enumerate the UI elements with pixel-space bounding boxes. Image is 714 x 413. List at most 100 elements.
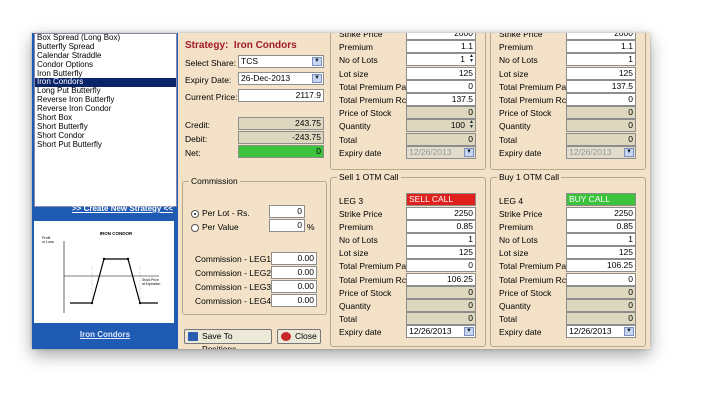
field-total: 0 xyxy=(566,312,636,326)
field-label-quantity: Quantity xyxy=(499,121,531,132)
leg-bottom-panel: Buy 1 OTM Call LEG 4 BUY CALL Strike Price 2… xyxy=(490,172,646,347)
field-price-stock: 0 xyxy=(406,106,476,120)
field-price-stock: 0 xyxy=(566,106,636,120)
svg-text:or Loss: or Loss xyxy=(42,240,54,244)
per-value-input[interactable]: 0 xyxy=(269,219,305,232)
leg-group-title: Buy 1 OTM Call xyxy=(497,172,561,182)
commission-leg-input[interactable]: 0.00 xyxy=(271,280,317,293)
field-lots[interactable]: 1 xyxy=(566,53,636,67)
field-quantity: 0 xyxy=(406,298,476,312)
chevron-down-icon[interactable]: ▼ xyxy=(312,57,322,66)
field-label-premium: Premium xyxy=(499,221,534,232)
credit-field: 243.75 xyxy=(238,117,324,130)
field-label-total: Total xyxy=(499,134,517,145)
field-lot-size[interactable]: 125 xyxy=(406,246,476,260)
field-label-lots: No of Lots xyxy=(339,55,378,66)
strategy-title: Strategy: Iron Condors xyxy=(185,40,297,51)
field-tpp[interactable]: 106.25 xyxy=(566,259,636,273)
commission-leg-input[interactable]: 0.00 xyxy=(271,252,317,265)
field-value: 0 xyxy=(468,80,473,91)
field-price-stock: 0 xyxy=(406,285,476,299)
field-value: 0 xyxy=(468,107,473,118)
field-tpp[interactable]: 137.5 xyxy=(566,79,636,93)
strategy-name-link[interactable]: Iron Condors xyxy=(32,330,178,339)
commission-leg-label: Commission - LEG1 : xyxy=(195,254,276,264)
field-value: 0 xyxy=(628,299,633,310)
current-price-field[interactable]: 2117.9 xyxy=(238,89,324,102)
field-expiry[interactable]: 12/26/2013 ▼ xyxy=(566,325,636,339)
field-expiry[interactable]: 12/26/2013 ▼ xyxy=(566,145,636,159)
field-strike[interactable]: 2250 xyxy=(566,206,636,220)
field-value: 2250 xyxy=(454,207,473,218)
per-value-radio[interactable]: Per Value xyxy=(191,222,239,232)
field-value: 106.25 xyxy=(607,260,633,271)
field-label-strike: Strike Price xyxy=(339,208,383,219)
commission-leg-input[interactable]: 0.00 xyxy=(271,266,317,279)
expiry-select[interactable]: 26-Dec-2013 ▼ xyxy=(238,72,324,85)
commission-leg-label: Commission - LEG4 : xyxy=(195,296,276,306)
share-select[interactable]: TCS ▼ xyxy=(238,55,324,68)
field-strike[interactable]: 2000 xyxy=(406,33,476,40)
field-tpp[interactable]: 0 xyxy=(406,259,476,273)
radio-icon[interactable] xyxy=(191,223,199,232)
field-strike[interactable]: 2000 xyxy=(566,33,636,40)
chevron-down-icon[interactable]: ▼ xyxy=(624,147,634,157)
field-lots[interactable]: 1 xyxy=(566,232,636,246)
commission-leg-label: Commission - LEG3 : xyxy=(195,282,276,292)
field-label-lot-size: Lot size xyxy=(499,68,529,79)
save-to-positions-button[interactable]: Save To Positions xyxy=(184,329,272,349)
field-lots[interactable]: 1 ▲ ▼ xyxy=(406,53,476,67)
field-strike[interactable]: 2250 xyxy=(406,206,476,220)
field-label-strike: Strike Price xyxy=(499,33,543,39)
field-quantity: 0 xyxy=(566,119,636,133)
field-lots[interactable]: 1 xyxy=(406,232,476,246)
field-premium[interactable]: 1.1 xyxy=(566,40,636,54)
field-premium[interactable]: 0.85 xyxy=(406,219,476,233)
commission-title: Commission xyxy=(189,176,240,186)
leg-top-panel: Strike Price 2000 Premium 1.1 No of Lots 1 ▲ ▼ L… xyxy=(330,33,486,170)
field-premium[interactable]: 1.1 xyxy=(406,40,476,54)
stepper-icon[interactable]: ▲ ▼ xyxy=(467,54,474,65)
radio-selected-icon[interactable] xyxy=(191,209,199,218)
chevron-down-icon[interactable]: ▼ xyxy=(312,74,322,83)
field-label-expiry: Expiry date xyxy=(339,327,382,338)
field-label-tpp: Total Premium Paid xyxy=(339,81,413,92)
close-button[interactable]: Close xyxy=(277,329,321,344)
field-value: 137.5 xyxy=(451,94,473,104)
strategy-list-item[interactable]: Short Put Butterfly xyxy=(35,140,176,150)
field-value: 0 xyxy=(628,107,633,118)
field-tpr[interactable]: 137.5 xyxy=(406,93,476,106)
field-lot-size[interactable]: 125 xyxy=(566,66,636,80)
chevron-down-icon[interactable]: ▼ xyxy=(624,327,634,337)
chevron-down-icon[interactable]: ▼ xyxy=(464,147,474,157)
per-lot-radio[interactable]: Per Lot - Rs. xyxy=(191,208,250,218)
field-value: 12/26/2013 xyxy=(569,146,612,157)
create-strategy-link[interactable]: >> Create New Strategy << xyxy=(72,204,173,213)
field-expiry[interactable]: 12/26/2013 ▼ xyxy=(406,325,476,339)
field-lot-size[interactable]: 125 xyxy=(406,66,476,80)
field-value: 0 xyxy=(628,273,633,284)
commission-leg-label: Commission - LEG2 : xyxy=(195,268,276,278)
expiry-label: Expiry Date: xyxy=(185,75,232,85)
field-label-premium: Premium xyxy=(339,42,374,53)
field-value: 0.85 xyxy=(456,220,473,231)
field-lot-size[interactable]: 125 xyxy=(566,246,636,260)
chevron-down-icon[interactable]: ▼ xyxy=(464,327,474,337)
field-tpp[interactable]: 0 xyxy=(406,79,476,93)
net-label: Net: xyxy=(185,148,201,158)
field-value: 100 xyxy=(450,120,465,131)
credit-label: Credit: xyxy=(185,120,211,130)
field-label-lot-size: Lot size xyxy=(499,248,529,259)
strategy-list[interactable]: Box Spread (Long Box) Butterfly Spread Cal… xyxy=(34,33,177,207)
field-expiry[interactable]: 12/26/2013 ▼ xyxy=(406,145,476,159)
stepper-icon[interactable]: ▲ ▼ xyxy=(467,120,474,131)
field-tpr[interactable]: 0 xyxy=(566,272,636,286)
app-window: Box Spread (Long Box) Butterfly Spread Cal… xyxy=(32,33,650,349)
field-tpr[interactable]: 0 xyxy=(566,93,636,106)
field-tpr[interactable]: 106.25 xyxy=(406,272,476,286)
commission-leg-input[interactable]: 0.00 xyxy=(271,294,317,307)
field-premium[interactable]: 0.85 xyxy=(566,219,636,233)
field-value: 0 xyxy=(468,313,473,324)
per-lot-input[interactable]: 0 xyxy=(269,205,305,218)
field-quantity: 0 xyxy=(566,298,636,312)
